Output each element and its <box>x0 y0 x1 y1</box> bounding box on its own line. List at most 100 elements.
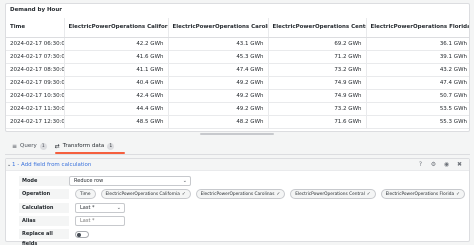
transformation-header[interactable]: ⌄ 1 - Add field from calculation ? ⚙ ◉ ✖ <box>6 159 469 171</box>
table-cell: 42.2 GWh <box>64 37 169 51</box>
table-cell: 40.4 GWh <box>64 76 169 90</box>
table-cell: 69.2 GWh <box>268 37 367 51</box>
table-cell: 45.3 GWh <box>168 50 269 64</box>
chip-label: ElectricPowerOperations Central <box>295 192 365 197</box>
chip-label: ElectricPowerOperations California <box>105 192 180 197</box>
table-cell: 73.2 GWh <box>268 63 367 77</box>
table-cell: 71.6 GWh <box>268 115 367 129</box>
operation-label: Operation <box>19 189 69 199</box>
column-header[interactable]: Time <box>6 18 65 38</box>
table-cell: 71.2 GWh <box>268 50 367 64</box>
table-cell: 42.4 GWh <box>64 89 169 103</box>
alias-input[interactable] <box>75 216 125 226</box>
table-cell: 2024-02-17 06:30:00 <box>6 37 65 51</box>
table-header-row: Time ElectricPowerOperations California … <box>6 18 469 38</box>
tab-count: 1 <box>39 142 47 150</box>
operation-chip-florida[interactable]: ElectricPowerOperations Florida ✓ <box>380 189 465 199</box>
table-cell: 49.2 GWh <box>168 89 269 103</box>
mode-select[interactable]: Reduce row ⌄ <box>69 176 191 186</box>
chip-label: Time <box>80 192 91 197</box>
replace-label: Replace all fields <box>19 229 69 245</box>
tab-label: Query <box>20 143 37 149</box>
table-cell: 47.4 GWh <box>168 63 269 77</box>
table-cell: 41.1 GWh <box>64 63 169 77</box>
table-cell: 39.1 GWh <box>366 50 469 64</box>
column-header[interactable]: ElectricPowerOperations Carolinas <box>168 18 269 38</box>
calculation-select[interactable]: Last * ⌄ <box>75 203 125 213</box>
tab-transform-data[interactable]: ⇄ Transform data 1 <box>51 140 119 152</box>
mode-label: Mode <box>19 176 69 186</box>
debug-icon[interactable]: ⚙ <box>430 161 437 168</box>
chip-label: ElectricPowerOperations Florida <box>385 192 455 197</box>
toggle-knob <box>77 232 81 237</box>
calculation-label: Calculation <box>19 203 69 213</box>
table-cell: 50.7 GWh <box>366 89 469 103</box>
operation-chip-time[interactable]: Time <box>75 189 96 199</box>
alias-row: Alias <box>19 216 125 226</box>
operation-chip-central[interactable]: ElectricPowerOperations Central ✓ <box>290 189 376 199</box>
table-row: 2024-02-17 11:30:00 44.4 GWh 49.2 GWh 73.2 … <box>6 102 469 116</box>
transform-icon: ⇄ <box>54 142 60 150</box>
editor-tabs: ≡ Query 1 ⇄ Transform data 1 <box>8 140 118 152</box>
database-icon: ≡ <box>12 142 18 150</box>
check-icon: ✓ <box>181 192 186 197</box>
tab-count: 1 <box>107 142 115 150</box>
chevron-down-icon: ⌄ <box>116 205 121 211</box>
table-cell: 41.6 GWh <box>64 50 169 64</box>
operation-row: Operation Time ElectricPowerOperations C… <box>19 189 470 199</box>
panel-title: Demand by Hour <box>10 7 62 13</box>
divider <box>5 154 470 155</box>
transformation-editor: ⌄ 1 - Add field from calculation ? ⚙ ◉ ✖… <box>5 158 470 245</box>
calculation-value: Last * <box>80 205 95 211</box>
table-row: 2024-02-17 07:30:00 41.6 GWh 45.3 GWh 71.2 … <box>6 50 469 64</box>
table-cell: 48.5 GWh <box>64 115 169 129</box>
table-row: 2024-02-17 09:30:00 40.4 GWh 49.2 GWh 74.9 … <box>6 76 469 90</box>
table-cell: 36.1 GWh <box>366 37 469 51</box>
table-cell: 74.9 GWh <box>268 76 367 90</box>
table-cell: 49.2 GWh <box>168 102 269 116</box>
replace-all-fields-toggle[interactable] <box>75 230 89 238</box>
table-cell: 2024-02-17 11:30:00 <box>6 102 65 116</box>
table-cell: 49.2 GWh <box>168 76 269 90</box>
column-header[interactable]: ElectricPowerOperations California <box>64 18 169 38</box>
table-cell: 53.5 GWh <box>366 102 469 116</box>
table-cell: 2024-02-17 12:30:00 <box>6 115 65 129</box>
operation-chip-california[interactable]: ElectricPowerOperations California ✓ <box>100 189 191 199</box>
table-cell: 73.2 GWh <box>268 102 367 116</box>
calculation-row: Calculation Last * ⌄ <box>19 203 125 213</box>
column-header[interactable]: ElectricPowerOperations Central <box>268 18 367 38</box>
mode-row: Mode Reduce row ⌄ <box>19 176 191 186</box>
check-icon: ✓ <box>456 192 460 197</box>
chevron-down-icon[interactable]: ⌄ <box>7 162 11 168</box>
tab-query[interactable]: ≡ Query 1 <box>8 140 51 152</box>
alias-label: Alias <box>19 216 69 226</box>
table-cell: 44.4 GWh <box>64 102 169 116</box>
data-table: Time ElectricPowerOperations California … <box>6 18 469 129</box>
table-cell: 43.2 GWh <box>366 63 469 77</box>
table-row: 2024-02-17 12:30:00 48.5 GWh 48.2 GWh 71.6 … <box>6 115 469 129</box>
tab-label: Transform data <box>62 143 105 149</box>
table-cell: 55.3 GWh <box>366 115 469 129</box>
table-cell: 43.1 GWh <box>168 37 269 51</box>
operation-chips: Time ElectricPowerOperations California ✓… <box>75 189 470 199</box>
disable-eye-icon[interactable]: ◉ <box>443 161 450 168</box>
check-icon: ✓ <box>276 192 281 197</box>
chevron-down-icon: ⌄ <box>182 178 187 184</box>
table-row: 2024-02-17 06:30:00 42.2 GWh 43.1 GWh 69.2 … <box>6 37 469 51</box>
table-row: 2024-02-17 08:30:00 41.1 GWh 47.4 GWh 73.2 … <box>6 63 469 77</box>
table-row: 2024-02-17 10:30:00 42.4 GWh 49.2 GWh 74.9 … <box>6 89 469 103</box>
transformation-title[interactable]: 1 - Add field from calculation <box>12 162 91 168</box>
table-cell: 2024-02-17 09:30:00 <box>6 76 65 90</box>
demand-panel: Demand by Hour Time ElectricPowerOperati… <box>5 3 470 132</box>
chip-label: ElectricPowerOperations Carolinas <box>200 192 275 197</box>
replace-row: Replace all fields <box>19 229 89 245</box>
help-icon[interactable]: ? <box>417 161 424 168</box>
table-cell: 47.4 GWh <box>366 76 469 90</box>
column-header[interactable]: ElectricPowerOperations Florida <box>366 18 469 38</box>
table-cell: 48.2 GWh <box>168 115 269 129</box>
table-cell: 2024-02-17 07:30:00 <box>6 50 65 64</box>
check-icon: ✓ <box>366 192 371 197</box>
resize-handle[interactable] <box>200 133 274 135</box>
delete-icon[interactable]: ✖ <box>456 161 463 168</box>
operation-chip-carolinas[interactable]: ElectricPowerOperations Carolinas ✓ <box>195 189 286 199</box>
